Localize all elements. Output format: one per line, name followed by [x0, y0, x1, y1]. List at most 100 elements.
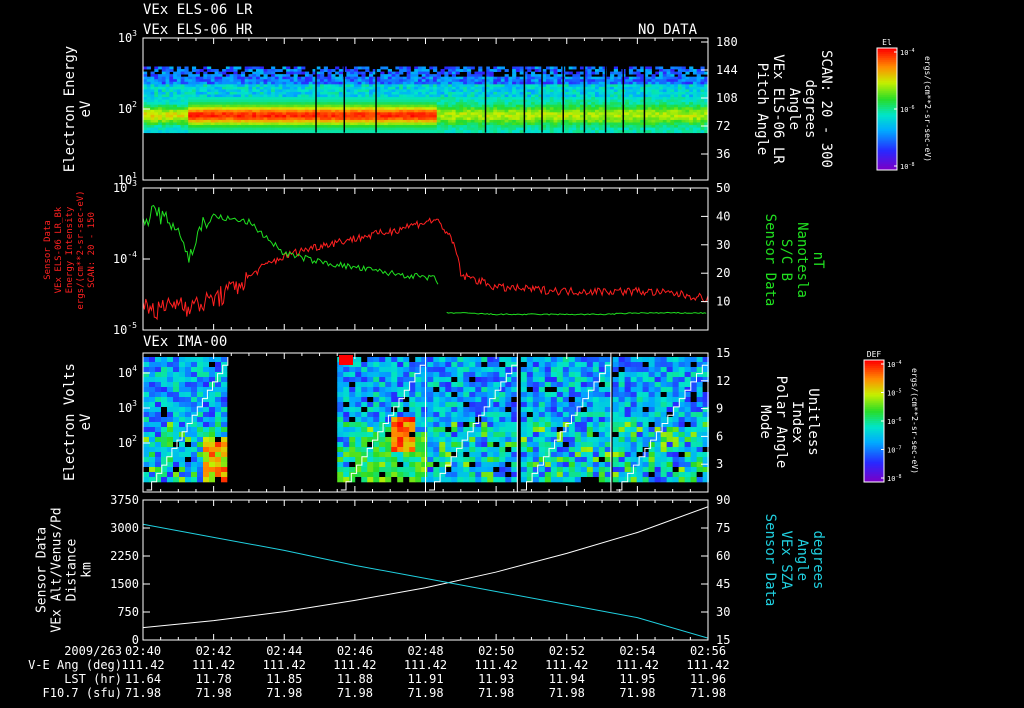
spectrogram-cell [659, 119, 664, 123]
spectrogram-cell [244, 86, 249, 90]
spectrogram-cell [685, 130, 690, 134]
spectrogram-cell [146, 102, 151, 106]
spectrogram-cell [489, 130, 494, 134]
spectrogram-cell [499, 382, 506, 388]
spectrogram-cell [463, 382, 470, 388]
spectrogram-cell [367, 477, 374, 483]
y-tick-base: 10 [113, 252, 127, 266]
spectrogram-cell [327, 104, 332, 108]
spectrogram-cell [385, 462, 392, 468]
spectrogram-cell [248, 81, 253, 85]
spectrogram-cell [343, 452, 350, 458]
spectrogram-cell [478, 84, 483, 88]
spectrogram-cell [252, 125, 257, 128]
spectrogram-cell [403, 462, 410, 468]
spectrogram-cell [176, 66, 182, 70]
spectrogram-cell [406, 69, 411, 72]
spectrogram-cell [674, 127, 679, 131]
panel2-ylabel: Sensor Data [43, 220, 53, 280]
spectrogram-cell [143, 71, 148, 75]
spectrogram-cell [320, 69, 325, 72]
spectrogram-cell [448, 79, 453, 83]
spectrogram-cell [297, 76, 302, 80]
spectrogram-cell [146, 89, 151, 93]
spectrogram-cell [610, 97, 615, 100]
spectrogram-cell [689, 117, 694, 121]
spectrogram-cell [610, 99, 615, 103]
spectrogram-cell [380, 81, 385, 85]
spectrogram-cell [308, 76, 313, 80]
spectrogram-cell [497, 81, 502, 85]
spectrogram-cell [504, 89, 509, 93]
spectrogram-cell [207, 91, 212, 95]
spectrogram-cell [421, 402, 428, 408]
spectrogram-cell [628, 94, 634, 98]
spectrogram-cell [271, 94, 276, 98]
spectrogram-cell [632, 81, 637, 85]
spectrogram-cell [215, 457, 222, 463]
spectrogram-cell [225, 91, 231, 95]
spectrogram-cell [256, 89, 261, 93]
spectrogram-cell [421, 122, 426, 126]
spectrogram-cell [451, 442, 458, 448]
spectrogram-cell [237, 66, 242, 70]
spectrogram-cell [338, 94, 344, 98]
spectrogram-cell [173, 412, 180, 418]
spectrogram-cell [572, 130, 577, 134]
spectrogram-cell [343, 372, 350, 378]
spectrogram-cell [323, 94, 328, 98]
spectrogram-cell [173, 99, 178, 103]
spectrogram-cell [534, 122, 539, 126]
spectrogram-cell [489, 109, 494, 113]
spectrogram-cell [203, 437, 210, 443]
spectrogram-cell [421, 66, 426, 70]
spectrogram-cell [191, 432, 198, 438]
spectrogram-cell [519, 122, 524, 126]
spectrogram-cell [199, 125, 204, 128]
spectrogram-cell [410, 86, 415, 90]
spectrogram-cell [662, 130, 667, 134]
spectrogram-cell [188, 94, 193, 98]
spectrogram-cell [143, 447, 150, 453]
spectrogram-cell [221, 357, 228, 363]
spectrogram-cell [369, 104, 374, 108]
spectrogram-cell [146, 117, 151, 121]
spectrogram-cell [689, 109, 694, 113]
spectrogram-cell [237, 114, 242, 118]
spectrogram-cell [632, 125, 637, 128]
spectrogram-cell [210, 81, 215, 85]
spectrogram-cell [527, 94, 532, 98]
spectrogram-cell [470, 114, 475, 118]
spectrogram-cell [568, 99, 573, 103]
spectrogram-cell [346, 127, 351, 131]
spectrogram-cell [161, 447, 168, 453]
spectrogram-cell [376, 127, 381, 131]
spectrogram-cell [406, 125, 411, 128]
spectrogram-cell [143, 402, 150, 408]
spectrogram-cell [487, 457, 494, 463]
spectrogram-cell [180, 102, 185, 106]
spectrogram-cell [331, 84, 336, 88]
spectrogram-cell [700, 69, 705, 72]
spectrogram-cell [218, 94, 223, 98]
spectrogram-cell [233, 91, 238, 95]
spectrogram-cell [433, 102, 438, 106]
spectrogram-cell [689, 79, 694, 83]
spectrogram-cell [203, 107, 208, 111]
y-tick-base: 10 [118, 102, 132, 116]
spectrogram-cell [256, 102, 261, 106]
spectrogram-cell [427, 427, 434, 433]
spectrogram-cell [203, 97, 208, 100]
spectrogram-cell [527, 84, 532, 88]
spectrogram-cell [395, 84, 400, 88]
spectrogram-cell [628, 112, 634, 116]
spectrogram-cell [444, 127, 449, 131]
spectrogram-cell [557, 79, 562, 83]
spectrogram-cell [199, 102, 204, 106]
spectrogram-cell [625, 125, 630, 128]
spectrogram-cell [410, 76, 415, 80]
spectrogram-cell [451, 472, 458, 478]
spectrogram-cell [379, 417, 386, 423]
spectrogram-cell [606, 99, 611, 103]
spectrogram-cell [308, 86, 313, 90]
